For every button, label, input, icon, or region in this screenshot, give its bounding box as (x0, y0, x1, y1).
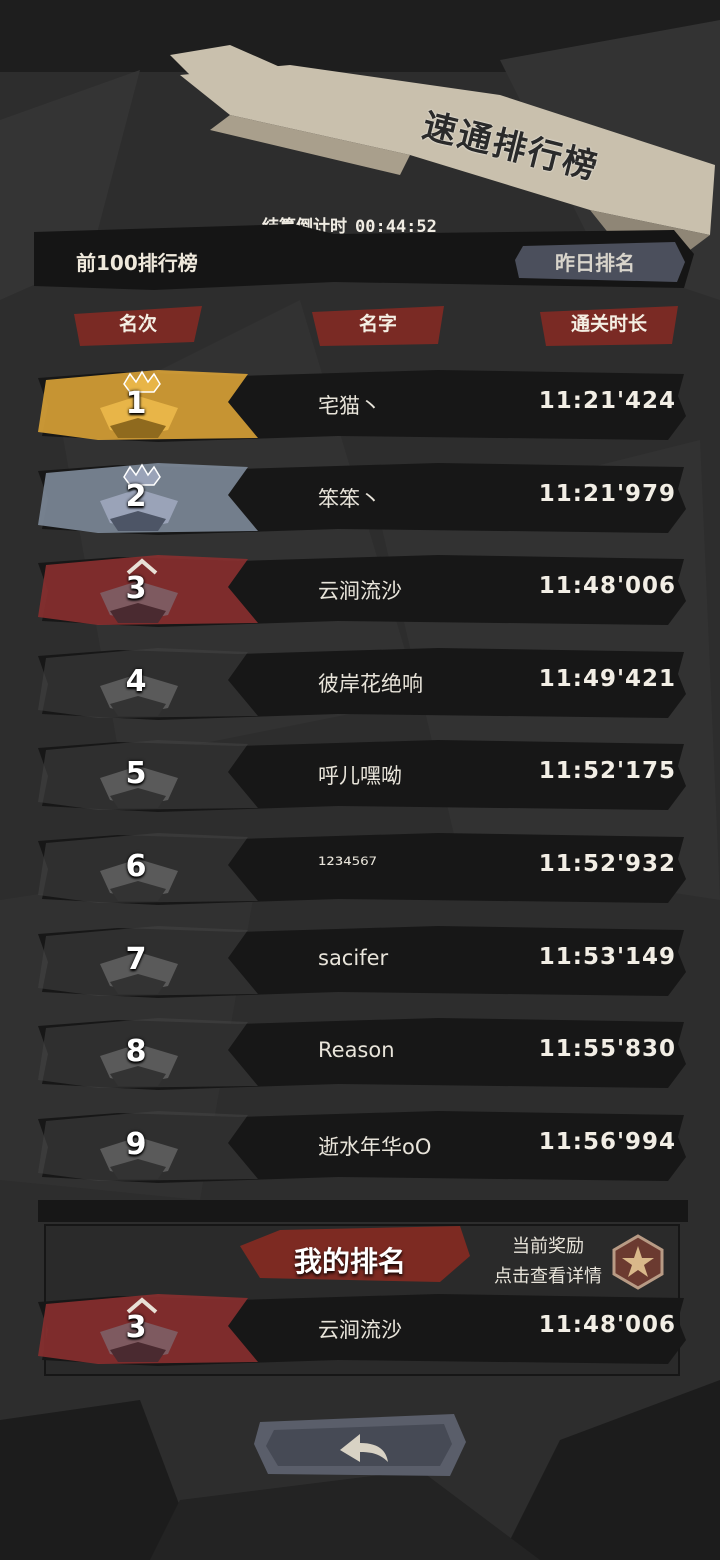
column-time-header: 通关时长 (540, 306, 678, 346)
rank-number: 4 (125, 663, 147, 699)
player-name: 呼儿嘿呦 (318, 764, 402, 789)
clear-time: 11:48'006 (538, 573, 676, 600)
tab-yesterday-label: 昨日排名 (555, 251, 635, 275)
rank-number: 3 (125, 571, 147, 607)
clear-time: 11:52'932 (538, 851, 676, 877)
column-name-label: 名字 (358, 313, 397, 335)
leaderboard-row[interactable]: 5 呼儿嘿呦 11:52'175 (38, 736, 688, 814)
rank-number: 7 (125, 941, 147, 977)
reward-label: 当前奖励 (512, 1236, 584, 1257)
player-name: Reason (318, 1038, 395, 1063)
reward-badge-icon[interactable] (610, 1234, 666, 1290)
player-name: 云涧流沙 (318, 579, 402, 604)
clear-time: 11:21'424 (538, 388, 676, 414)
column-rank-header: 名次 (74, 306, 202, 346)
leaderboard-row[interactable]: 3 云涧流沙 11:48'006 (38, 551, 688, 629)
row-partial-edge (38, 1200, 688, 1222)
clear-time: 11:52'175 (538, 758, 676, 785)
player-name: sacifer (318, 945, 389, 970)
leaderboard-row[interactable]: 7 sacifer 11:53'149 (38, 922, 688, 1000)
leaderboard-row[interactable]: 6 ¹²³⁴⁵⁶⁷ 11:52'932 (38, 829, 688, 907)
leaderboard-row[interactable]: 2 笨笨丶 11:21'979 (38, 459, 688, 537)
tab-top100[interactable]: 前100排行榜 (76, 247, 198, 276)
leaderboard-row[interactable]: 4 彼岸花绝响 11:49'421 (38, 644, 688, 722)
player-name: 彼岸花绝响 (318, 671, 423, 696)
player-name: 笨笨丶 (318, 486, 381, 511)
rank-number: 3 (125, 1310, 147, 1345)
rank-number: 5 (125, 756, 147, 792)
rank-number: 8 (125, 1034, 147, 1070)
clear-time: 11:21'979 (538, 480, 676, 507)
leaderboard-row[interactable]: 9 逝水年华oO 11:56'994 (38, 1107, 688, 1185)
player-name: ¹²³⁴⁵⁶⁷ (318, 853, 377, 877)
clear-time: 11:49'421 (538, 665, 676, 692)
rank-number: 6 (125, 849, 147, 884)
tab-yesterday[interactable]: 昨日排名 (515, 242, 685, 282)
clear-time: 11:53'149 (538, 943, 676, 970)
column-time-label: 通关时长 (570, 313, 647, 335)
rank-number: 9 (125, 1126, 147, 1162)
leaderboard-row[interactable]: 8 Reason 11:55'830 (38, 1014, 688, 1092)
rank-number: 2 (125, 478, 147, 514)
reward-detail-hint: 点击查看详情 (494, 1266, 602, 1287)
leaderboard-row[interactable]: 1 宅猫丶 11:21'424 (38, 366, 688, 444)
leaderboard-row[interactable]: 3 云涧流沙 11:48'006 (38, 1290, 688, 1368)
player-name: 宅猫丶 (318, 394, 381, 418)
current-reward-link[interactable]: 当前奖励 点击查看详情 (482, 1232, 614, 1292)
back-arrow-icon (254, 1414, 466, 1476)
clear-time: 11:56'994 (538, 1128, 676, 1155)
column-rank-label: 名次 (118, 313, 157, 335)
player-name: 云涧流沙 (318, 1318, 402, 1342)
clear-time: 11:48'006 (538, 1312, 676, 1338)
rank-number: 1 (125, 386, 147, 421)
player-name: 逝水年华oO (318, 1134, 432, 1159)
column-name-header: 名字 (312, 306, 444, 346)
back-button[interactable] (254, 1412, 466, 1480)
my-rank-title: 我的排名 (294, 1245, 407, 1278)
clear-time: 11:55'830 (538, 1036, 676, 1063)
